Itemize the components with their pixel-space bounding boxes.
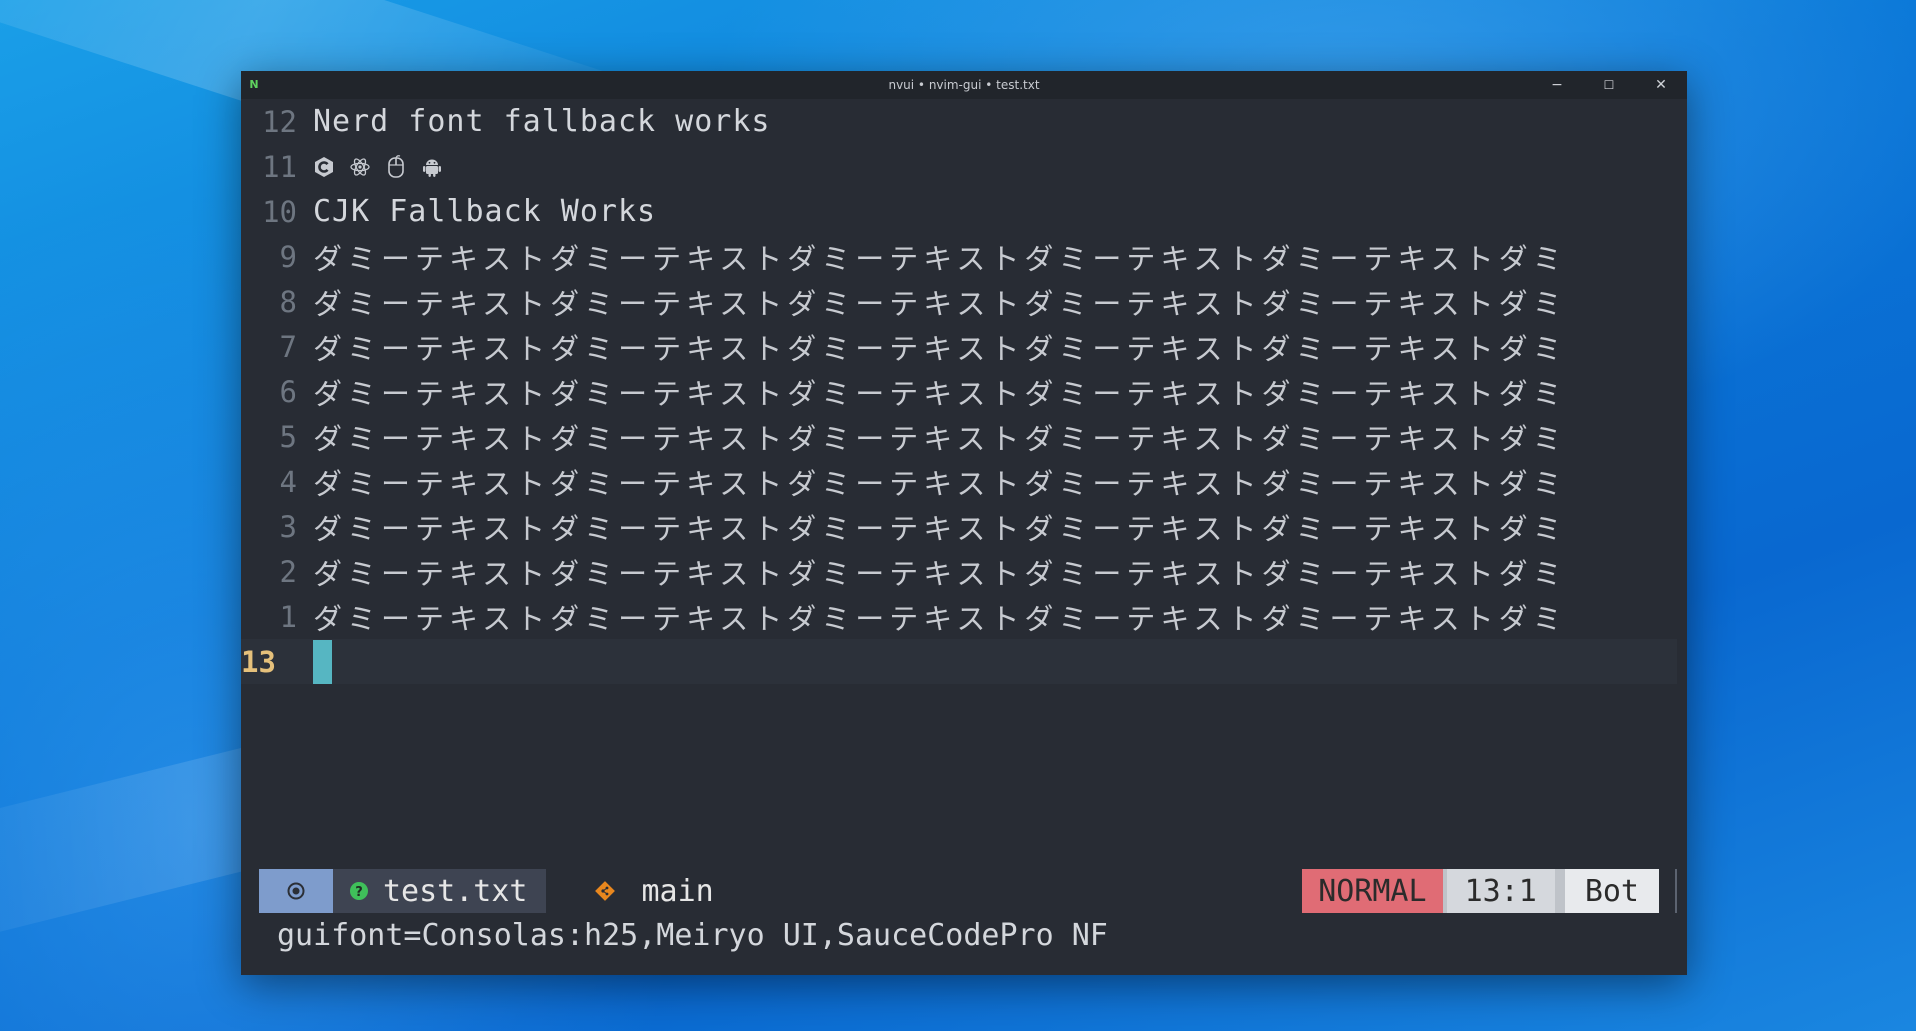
- window-title: nvui • nvim-gui • test.txt: [888, 78, 1040, 92]
- svg-text:?: ?: [355, 885, 363, 900]
- line-text: ダミーテキストダミーテキストダミーテキストダミーテキストダミーテキストダミ: [313, 511, 1567, 546]
- close-icon: ✕: [1655, 77, 1667, 93]
- current-line-number: 13: [241, 644, 276, 679]
- android-icon: [421, 155, 443, 179]
- statusline-file-segment: ? test.txt: [333, 869, 546, 913]
- line-number: 8: [279, 284, 297, 319]
- minimize-icon: −: [1551, 77, 1563, 93]
- line-number: 6: [279, 374, 297, 409]
- statusline-scroll-position: Bot: [1564, 869, 1659, 913]
- maximize-button[interactable]: ☐: [1583, 71, 1635, 99]
- title-bar[interactable]: N nvui • nvim-gui • test.txt − ☐ ✕: [241, 71, 1687, 99]
- line-text: ダミーテキストダミーテキストダミーテキストダミーテキストダミーテキストダミ: [313, 556, 1567, 591]
- line-number: 7: [279, 329, 297, 364]
- line-text: ダミーテキストダミーテキストダミーテキストダミーテキストダミーテキストダミ: [313, 241, 1567, 276]
- record-icon: [287, 882, 305, 900]
- buffer-line[interactable]: 9 ダミーテキストダミーテキストダミーテキストダミーテキストダミーテキストダミ: [241, 234, 1687, 279]
- statusline: ? test.txt main NORMAL 13:1 Bot: [259, 869, 1677, 913]
- line-number: 12: [262, 104, 297, 139]
- current-line[interactable]: 13: [241, 639, 1677, 684]
- line-number: 2: [279, 554, 297, 589]
- line-text: ダミーテキストダミーテキストダミーテキストダミーテキストダミーテキストダミ: [313, 601, 1567, 636]
- line-text: ダミーテキストダミーテキストダミーテキストダミーテキストダミーテキストダミ: [313, 376, 1567, 411]
- minimize-button[interactable]: −: [1531, 71, 1583, 99]
- buffer-line[interactable]: 10 CJK Fallback Works: [241, 189, 1687, 234]
- statusline-mode-icon-segment: [259, 869, 333, 913]
- statusline-branch-segment: main: [594, 874, 714, 909]
- electron-icon: [349, 155, 371, 179]
- maximize-icon: ☐: [1603, 78, 1615, 92]
- line-number: 11: [262, 149, 297, 184]
- statusline-branch-name: main: [641, 873, 714, 909]
- buffer-line[interactable]: 6 ダミーテキストダミーテキストダミーテキストダミーテキストダミーテキストダミ: [241, 369, 1687, 414]
- line-number: 10: [262, 194, 297, 229]
- block-cursor: [313, 639, 332, 684]
- c-lang-icon: [313, 155, 335, 179]
- statusline-mode: NORMAL: [1302, 869, 1443, 913]
- command-line[interactable]: guifont=Consolas:h25,Meiryo UI,SauceCode…: [277, 913, 1108, 957]
- buffer-line[interactable]: 3 ダミーテキストダミーテキストダミーテキストダミーテキストダミーテキストダミ: [241, 504, 1687, 549]
- line-text: ダミーテキストダミーテキストダミーテキストダミーテキストダミーテキストダミ: [313, 331, 1567, 366]
- line-number: 5: [279, 419, 297, 454]
- line-text: ダミーテキストダミーテキストダミーテキストダミーテキストダミーテキストダミ: [313, 466, 1567, 501]
- buffer-line[interactable]: 7 ダミーテキストダミーテキストダミーテキストダミーテキストダミーテキストダミ: [241, 324, 1687, 369]
- buffer-line[interactable]: 1 ダミーテキストダミーテキストダミーテキストダミーテキストダミーテキストダミ: [241, 594, 1687, 639]
- line-text: Nerd font fallback works: [313, 104, 771, 139]
- line-text: ダミーテキストダミーテキストダミーテキストダミーテキストダミーテキストダミ: [313, 421, 1567, 456]
- git-branch-icon: [594, 881, 615, 901]
- close-button[interactable]: ✕: [1635, 71, 1687, 99]
- buffer-line[interactable]: 4 ダミーテキストダミーテキストダミーテキストダミーテキストダミーテキストダミ: [241, 459, 1687, 504]
- nvui-window: N nvui • nvim-gui • test.txt − ☐ ✕ 12 Ne…: [241, 71, 1687, 975]
- nerd-font-icons: [313, 154, 443, 179]
- nvui-app-icon: N: [249, 78, 259, 91]
- statusline-edge: [1675, 869, 1677, 913]
- question-icon: ?: [350, 882, 368, 900]
- line-number: 4: [279, 464, 297, 499]
- editor-buffer[interactable]: 12 Nerd font fallback works 11 10 CJK Fa…: [241, 99, 1687, 839]
- line-number: 9: [279, 239, 297, 274]
- buffer-line[interactable]: 2 ダミーテキストダミーテキストダミーテキストダミーテキストダミーテキストダミ: [241, 549, 1687, 594]
- mouse-icon: [385, 154, 407, 179]
- line-text: ダミーテキストダミーテキストダミーテキストダミーテキストダミーテキストダミ: [313, 286, 1567, 321]
- buffer-line[interactable]: 11: [241, 144, 1687, 189]
- statusline-cursor-position: 13:1: [1442, 869, 1565, 913]
- statusline-file-name: test.txt: [383, 873, 528, 909]
- buffer-line[interactable]: 8 ダミーテキストダミーテキストダミーテキストダミーテキストダミーテキストダミ: [241, 279, 1687, 324]
- buffer-line[interactable]: 5 ダミーテキストダミーテキストダミーテキストダミーテキストダミーテキストダミ: [241, 414, 1687, 459]
- window-controls: − ☐ ✕: [1531, 71, 1687, 99]
- line-number: 1: [279, 599, 297, 634]
- line-text: CJK Fallback Works: [313, 194, 657, 229]
- line-number: 3: [279, 509, 297, 544]
- buffer-line[interactable]: 12 Nerd font fallback works: [241, 99, 1687, 144]
